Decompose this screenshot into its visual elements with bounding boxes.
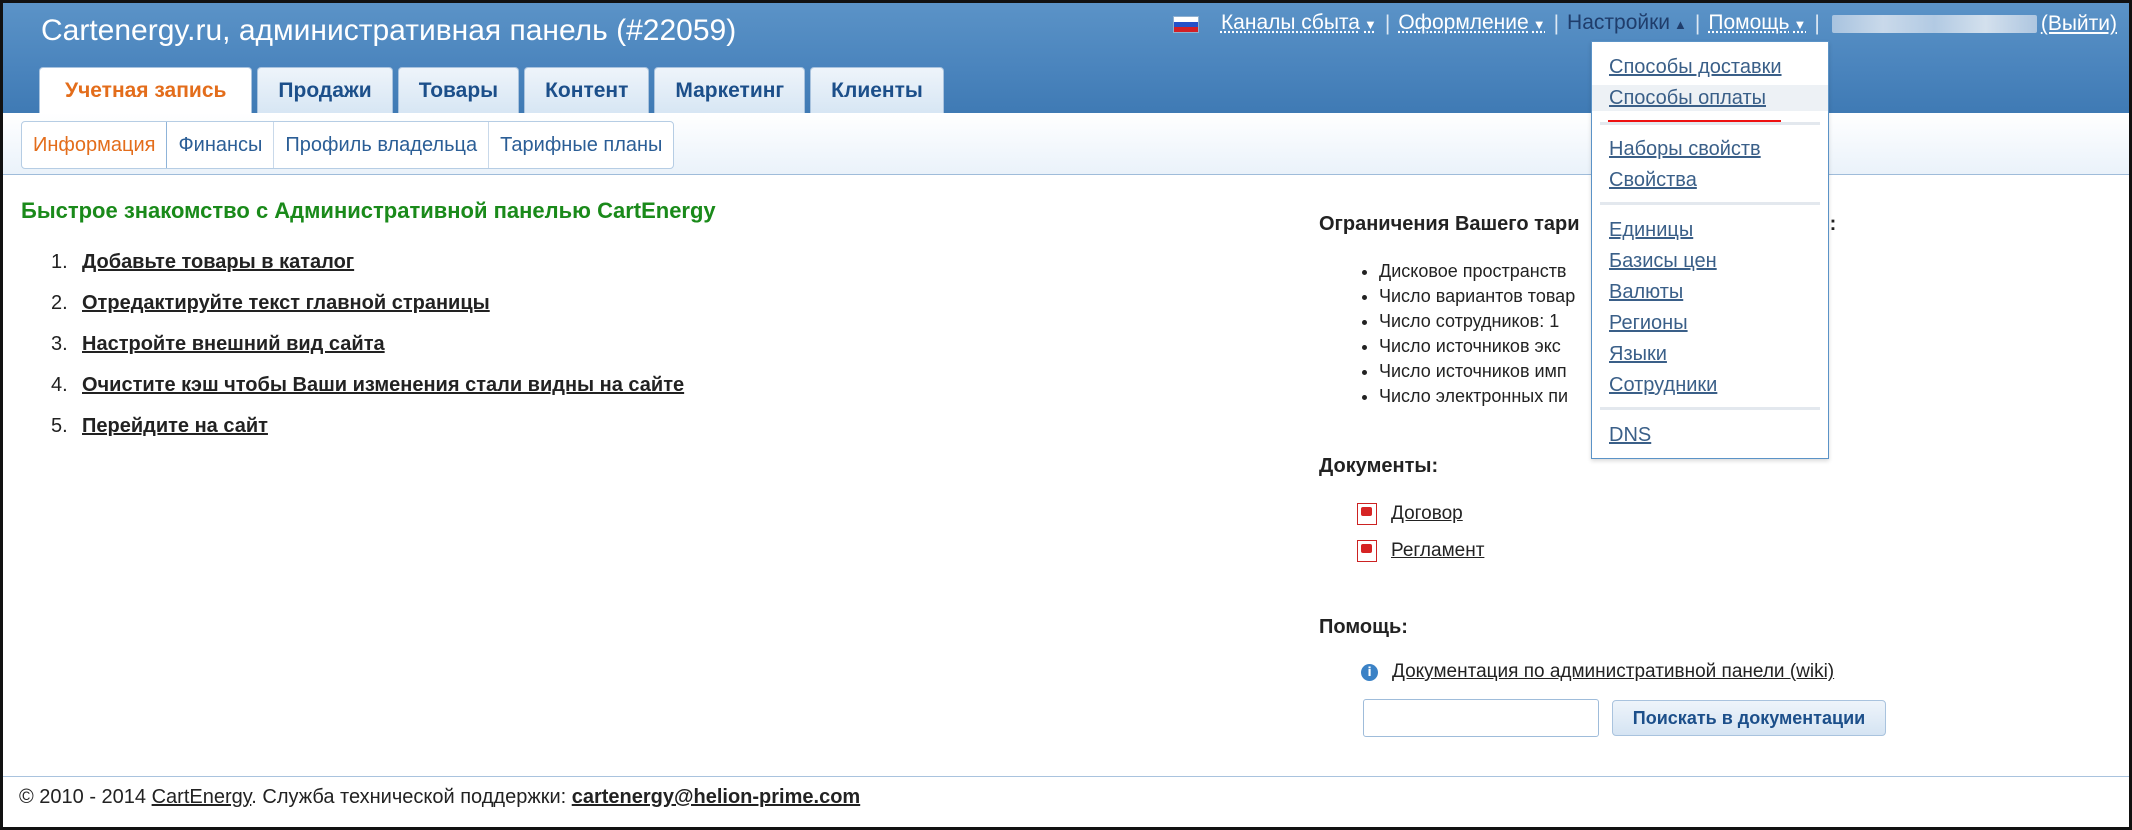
brand-link[interactable]: CartEnergy (152, 786, 252, 808)
menu-item-property-sets[interactable]: Наборы свойств (1609, 136, 1761, 162)
list-item: Число источников имп (1379, 359, 1575, 384)
list-item: Число сотрудников: 1 (1379, 309, 1575, 334)
sales-channels-menu[interactable]: Каналы сбыта ▼ (1221, 10, 1377, 38)
russian-flag-icon[interactable] (1172, 15, 1199, 33)
subtab-tariff-plans[interactable]: Тарифные планы (489, 122, 673, 168)
menu-item-price-bases[interactable]: Базисы цен (1609, 248, 1717, 274)
list-item: 1. Добавьте товары в каталог (51, 247, 684, 288)
tariff-limits-list: Дисковое пространств Число вариантов тов… (1359, 259, 1575, 409)
sales-channels-label: Каналы сбыта (1220, 11, 1360, 34)
list-item: 3. Настройте внешний вид сайта (51, 329, 684, 370)
step-number: 3. (51, 333, 68, 355)
copyright-text: © 2010 - 2014 (19, 786, 152, 808)
main-tabs: Учетная запись Продажи Товары Контент Ма… (39, 67, 944, 114)
list-item: 4. Очистите кэш чтобы Ваши изменения стал… (51, 370, 684, 411)
menu-item-currencies[interactable]: Валюты (1609, 279, 1683, 305)
support-email-link[interactable]: cartenergy@helion-prime.com (572, 786, 860, 808)
step-number: 2. (51, 292, 68, 314)
menu-separator (1600, 202, 1820, 205)
help-label: Помощь (1708, 11, 1790, 34)
menu-item-payment-methods[interactable]: Способы оплаты (1592, 85, 1828, 111)
list-item: Дисковое пространств (1379, 259, 1575, 284)
chevron-down-icon: ▼ (1532, 17, 1546, 32)
tab-content[interactable]: Контент (524, 67, 650, 113)
admin-docs-wiki-link[interactable]: Документация по административной панели … (1392, 661, 1834, 683)
list-item: Число электронных пи (1379, 384, 1575, 409)
help-title: Помощь: (1319, 616, 1408, 638)
list-item: Число вариантов товар (1379, 284, 1575, 309)
list-item: 2. Отредактируйте текст главной страницы (51, 288, 684, 329)
settings-dropdown-menu: Способы доставки Способы оплаты Наборы с… (1591, 41, 1829, 459)
doc-search-button[interactable]: Поискать в документации (1612, 700, 1886, 736)
menu-item-regions[interactable]: Регионы (1609, 310, 1688, 336)
chevron-down-icon: ▼ (1793, 17, 1807, 32)
doc-search-input[interactable] (1363, 699, 1599, 737)
nav-separator: | (1553, 12, 1560, 35)
menu-item-languages[interactable]: Языки (1609, 341, 1667, 367)
step-number: 5. (51, 415, 68, 437)
design-label: Оформление (1398, 11, 1529, 34)
document-item: Регламент (1357, 540, 1484, 562)
tab-marketing[interactable]: Маркетинг (654, 67, 806, 113)
nav-separator: | (1814, 12, 1820, 35)
chevron-up-icon: ▲ (1674, 17, 1687, 32)
tab-clients[interactable]: Клиенты (810, 67, 944, 113)
subtab-information[interactable]: Информация (22, 122, 168, 168)
footer-divider (3, 776, 2129, 777)
menu-separator (1600, 122, 1820, 125)
tab-account[interactable]: Учетная запись (39, 67, 253, 114)
quick-start-list: 1. Добавьте товары в каталог 2. Отредактир… (51, 247, 684, 452)
step-link-clear-cache[interactable]: Очистите кэш чтобы Ваши изменения стали … (82, 374, 684, 396)
contract-link[interactable]: Договор (1391, 503, 1463, 525)
redacted-username (1831, 15, 2037, 33)
support-text: . Служба технической поддержки: (251, 786, 572, 808)
menu-separator (1600, 407, 1820, 410)
regulations-link[interactable]: Регламент (1391, 540, 1484, 562)
tab-products[interactable]: Товары (397, 67, 520, 113)
subtab-owner-profile[interactable]: Профиль владельца (274, 122, 490, 168)
subtab-finances[interactable]: Финансы (167, 122, 275, 168)
info-icon: i (1361, 663, 1378, 681)
help-menu[interactable]: Помощь ▼ (1708, 10, 1806, 38)
nav-separator: | (1384, 12, 1391, 35)
sub-tabs: Информация Финансы Профиль владельца Тар… (21, 121, 675, 169)
help-doc-link-row: i Документация по административной панел… (1361, 661, 1834, 683)
pdf-icon (1357, 503, 1377, 525)
list-item: 5. Перейдите на сайт (51, 411, 684, 452)
tab-sales[interactable]: Продажи (257, 67, 393, 113)
menu-item-units[interactable]: Единицы (1609, 217, 1693, 243)
menu-item-properties[interactable]: Свойства (1609, 167, 1697, 193)
step-link-edit-homepage[interactable]: Отредактируйте текст главной страницы (82, 292, 490, 314)
step-link-configure-appearance[interactable]: Настройте внешний вид сайта (82, 333, 385, 355)
step-number: 4. (51, 374, 68, 396)
document-item: Договор (1357, 503, 1463, 525)
step-number: 1. (51, 251, 68, 273)
design-menu[interactable]: Оформление ▼ (1398, 10, 1545, 38)
menu-item-delivery-methods[interactable]: Способы доставки (1609, 54, 1782, 80)
chevron-down-icon: ▼ (1364, 17, 1377, 32)
admin-panel-window: Cartenergy.ru, административная панель (… (0, 0, 2132, 830)
step-link-add-products[interactable]: Добавьте товары в каталог (82, 251, 354, 273)
settings-label: Настройки (1567, 11, 1671, 34)
tariff-limits-title: Ограничения Вашего тари (1319, 213, 1580, 235)
list-item: Число источников экс (1379, 334, 1575, 359)
quick-start-title: Быстрое знакомство с Административной па… (21, 198, 716, 223)
menu-item-employees[interactable]: Сотрудники (1609, 372, 1717, 398)
step-link-go-to-site[interactable]: Перейдите на сайт (82, 415, 268, 437)
pdf-icon (1357, 540, 1377, 562)
top-navigation: Каналы сбыта ▼ | Оформление ▼ | Настройки ▲… (1172, 10, 2117, 38)
app-title: Cartenergy.ru, административная панель (… (41, 14, 737, 47)
footer: © 2010 - 2014 CartEnergy. Служба техниче… (19, 786, 860, 809)
nav-separator: | (1694, 12, 1701, 35)
logout-link[interactable]: (Выйти) (2041, 11, 2117, 37)
settings-menu[interactable]: Настройки ▲ (1567, 10, 1687, 38)
menu-item-dns[interactable]: DNS (1609, 422, 1651, 448)
documents-title: Документы: (1319, 455, 1439, 477)
